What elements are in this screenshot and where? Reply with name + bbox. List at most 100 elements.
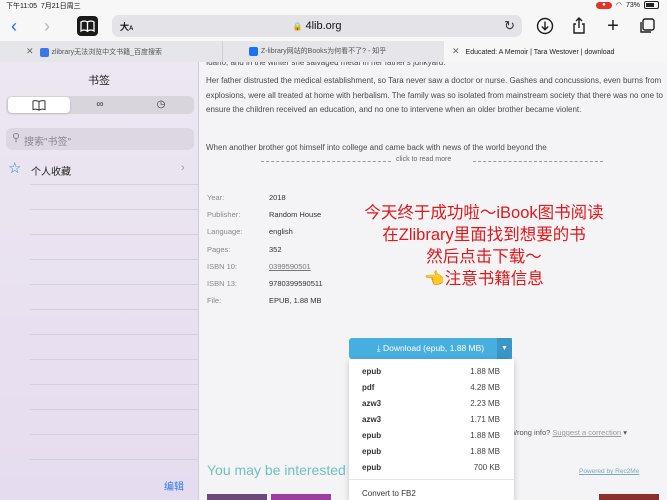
format-option[interactable]: azw3 2.23 MB (349, 396, 514, 412)
status-bar: 下午11:05 7月21日周三 ● ◠ 73% (0, 0, 667, 11)
annotation-line: 今天终于成功啦～iBook图书阅读 (364, 204, 604, 222)
format-option[interactable]: azw3 1.71 MB (349, 412, 514, 428)
divider (30, 434, 198, 435)
suggest-correction-link[interactable]: Suggest a correction (552, 428, 621, 437)
sidebar-book-icon[interactable] (77, 16, 98, 36)
bookmarks-tab-icon[interactable] (8, 97, 70, 113)
divider (30, 209, 198, 210)
divider (30, 384, 198, 385)
close-icon[interactable]: ✕ (452, 46, 460, 56)
chevron-right-icon: › (181, 162, 185, 174)
divider (30, 309, 198, 310)
format-option[interactable]: epub 1.88 MB (349, 444, 514, 460)
bookmarks-sidebar: 书签 ∞ ◷ ⚲ 搜索"书签" ☆ 个人收藏 › 编辑 (0, 62, 199, 500)
book-thumbnail[interactable] (271, 494, 331, 500)
meta-value-year: 2018 (269, 193, 286, 202)
divider (30, 334, 198, 335)
zhihu-favicon (249, 46, 258, 56)
divider (30, 184, 198, 185)
format-option[interactable]: epub 1.88 MB (349, 364, 514, 380)
interested-heading: You may be interested (207, 462, 346, 478)
edit-button[interactable]: 编辑 (164, 478, 184, 493)
divider (30, 259, 198, 260)
meta-label: ISBN 13: (207, 279, 238, 288)
powered-by-link[interactable]: Powered by Rec2Me (579, 468, 639, 475)
status-time: 下午11:05 7月21日周三 (6, 3, 81, 10)
meta-value-isbn13: 9780399590511 (269, 279, 323, 288)
url-text: 🔒 4lib.org (292, 20, 342, 32)
browser-toolbar: ‹ › 大A 🔒 4lib.org ↻ + (0, 11, 667, 41)
download-button[interactable]: ⤓ Download (epub, 1.88 MB) (349, 338, 512, 359)
meta-label: ISBN 10: (207, 262, 238, 271)
meta-value-pages: 352 (269, 245, 282, 254)
book-thumbnail[interactable] (599, 494, 659, 500)
divider (261, 161, 391, 162)
read-more-link[interactable]: click to read more (396, 156, 451, 163)
divider (30, 359, 198, 360)
meta-label: Year: (207, 193, 225, 202)
divider (30, 234, 198, 235)
history-tab-icon[interactable]: ◷ (130, 97, 192, 113)
favorites-row[interactable]: ☆ 个人收藏 › (0, 158, 198, 182)
book-thumbnail[interactable] (207, 494, 267, 500)
annotation-line: 在Zlibrary里面找到想要的书 (382, 226, 586, 244)
battery-percent: 73% (625, 1, 640, 9)
description-fragment: Idaho, and in the winter she salvaged me… (206, 62, 446, 67)
battery-icon (644, 1, 659, 9)
caret-down-icon: ▼ (501, 345, 508, 352)
reload-icon[interactable]: ↻ (504, 18, 515, 34)
web-page: Idaho, and in the winter she salvaged me… (199, 62, 667, 500)
caret-down-icon: ▾ (623, 428, 628, 437)
lock-icon: 🔒 (292, 22, 303, 31)
baidu-favicon (39, 47, 49, 57)
back-icon[interactable]: ‹ (11, 11, 17, 41)
favorites-label: 个人收藏 (31, 167, 71, 178)
status-right: ● ◠ 73% (595, 1, 659, 9)
tab-educated[interactable]: ✕ Educated: A Memoir | Tara Westover | do… (444, 41, 667, 62)
forward-icon[interactable]: › (44, 11, 50, 41)
meta-label: Pages: (207, 245, 231, 254)
address-bar[interactable]: 大A 🔒 4lib.org ↻ (112, 15, 522, 37)
meta-label: File: (207, 296, 222, 305)
annotation-line: 然后点击下载～ (426, 248, 542, 266)
description-paragraph: Her father distrusted the medical establ… (206, 76, 663, 114)
recording-icon: ● (595, 1, 612, 9)
tab-bar: ✕ zlibrary无法浏览中文书籍_百度搜索 Z-library网站的Books… (0, 41, 667, 63)
sidebar-segmented-control: ∞ ◷ (6, 96, 194, 114)
divider (30, 284, 198, 285)
divider (473, 161, 603, 162)
download-icon[interactable] (535, 16, 555, 36)
format-option[interactable]: epub 1.88 MB (349, 428, 514, 444)
share-icon[interactable] (569, 16, 589, 36)
divider (349, 479, 514, 480)
tab-baidu[interactable]: ✕ zlibrary无法浏览中文书籍_百度搜索 (0, 41, 248, 62)
meta-value-publisher: Random House (269, 210, 322, 219)
new-tab-icon[interactable]: + (603, 16, 623, 36)
convert-option[interactable]: Convert to FB2 (349, 486, 514, 500)
tabs-overview-icon[interactable] (637, 16, 657, 36)
meta-value-isbn10[interactable]: 0399590501 (269, 262, 311, 271)
wifi-icon: ◠ (615, 2, 622, 9)
download-dropdown-toggle[interactable]: ▼ (497, 338, 512, 359)
format-option[interactable]: pdf 4.28 MB (349, 380, 514, 396)
download-arrow-icon: ⤓ (376, 343, 381, 353)
wrong-info-line: Wrong info? Suggest a correction ▾ (510, 428, 628, 437)
search-icon: ⚲ (12, 132, 21, 144)
bookmarks-search-input[interactable]: ⚲ 搜索"书签" (6, 128, 194, 150)
star-icon: ☆ (8, 160, 22, 177)
sidebar-title: 书签 (88, 75, 110, 87)
meta-label: Language: (207, 227, 243, 236)
description-paragraph: When another brother got himself into co… (206, 143, 547, 152)
search-placeholder: 搜索"书签" (24, 137, 72, 148)
meta-value-file: EPUB, 1.88 MB (269, 296, 322, 305)
format-dropdown-menu: epub 1.88 MB pdf 4.28 MB azw3 2.23 MB azw3 1… (349, 359, 514, 500)
meta-value-language: english (269, 227, 293, 236)
format-option[interactable]: epub 700 KB (349, 460, 514, 476)
reading-list-tab-icon[interactable]: ∞ (69, 97, 131, 113)
close-icon[interactable]: ✕ (26, 46, 34, 56)
tab-zhihu[interactable]: Z-library网站的Books为何看不了? - 知乎 (222, 41, 471, 62)
divider (30, 409, 198, 410)
annotation-overlay: 今天终于成功啦～iBook图书阅读 在Zlibrary里面找到想要的书 然后点击… (339, 202, 629, 290)
annotation-line: 👈注意书籍信息 (424, 270, 544, 288)
meta-label: Publisher: (207, 210, 241, 219)
